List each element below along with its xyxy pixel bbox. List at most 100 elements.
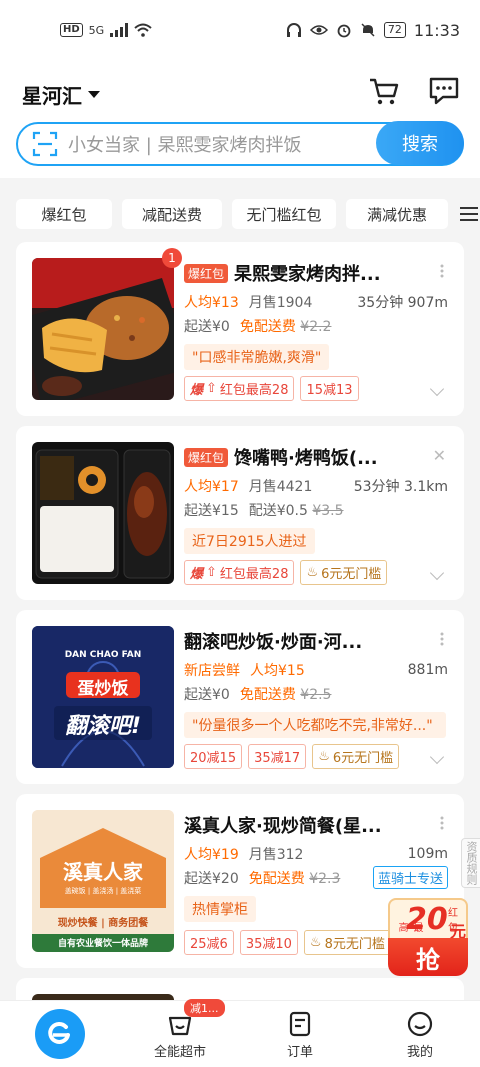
coupon-discount: 35减17 [248,744,307,769]
store-name: 溪真人家·现炒简餐(星... [184,816,382,837]
review-quote: "份量很多一个人吃都吃不完,非常好..." [184,712,446,738]
packet-icon: ♨ [306,565,319,580]
mute-icon [361,23,375,37]
qualification-tab[interactable]: 资质规则 [461,838,480,888]
time-distance: 35分钟 907m [357,295,448,311]
coupon-row: 爆 ⇧ 红包最高28 15减13 [184,376,448,401]
nav-label: 订单 [286,1044,313,1060]
red-packet-float[interactable]: 最高 20 红包 元 抢 [388,898,468,976]
thumb-caption: DAN CHAO FAN [64,650,142,660]
store-thumbnail: DAN CHAO FAN 蛋炒饭 翻滚吧! [32,626,174,768]
review-quote: "口感非常脆嫩,爽滑" [184,344,330,370]
nav-supermarket[interactable]: 减1... 全能超市 [120,999,240,1067]
caret-down-icon [88,91,100,98]
coupon-no-threshold: ♨ 6元无门槛 [300,560,388,585]
delivery-old-fee: ¥3.5 [312,503,344,519]
delivery-old-fee: ¥2.2 [300,319,332,335]
delivery-fee: 免配送费 [239,319,296,335]
packet-icon: ♨ [309,935,322,950]
time-distance: 53分钟 3.1km [353,479,448,495]
search-bar[interactable]: 小女当家 | 杲熙雯家烤肉拌饭 搜索 [16,121,464,166]
hot-tag: 爆红包 [184,447,229,467]
status-bar: HD 5G 72 11:33 [0,0,480,60]
store-card[interactable]: 1 爆红包 杲熙雯家烤肉拌... 人均¥13 月售1904 35分钟 907m … [16,242,464,416]
time-distance: 109m [407,846,448,862]
per-capita: 人均¥19 [184,847,239,863]
coupon-row: 20减15 35减17 ♨ 6元无门槛 [184,744,448,769]
packet-icon: ♨ [318,749,330,764]
filter-chip[interactable]: 无门槛红包 [232,199,336,229]
nav-badge: 减1... [184,999,225,1017]
store-thumbnail: 溪真人家 盖碗饭 | 盖浇汤 | 盖浇菜 现炒快餐 | 商务团餐 自有农业餐饮一… [32,810,174,952]
visit-count: 近7日2915人进过 [184,528,315,554]
close-icon[interactable]: ✕ [433,446,446,465]
filter-chip[interactable]: 满减优惠 [346,199,448,229]
nav-home[interactable] [0,1001,120,1067]
clock: 11:33 [413,20,460,40]
min-order: 起送¥0 [184,687,230,703]
more-icon[interactable] [440,264,444,278]
thumb-caption: 现炒快餐 | 商务团餐 [57,918,149,929]
hot-tag: 爆红包 [184,263,229,283]
store-card[interactable]: DAN CHAO FAN 蛋炒饭 翻滚吧! 翻滚吧炒饭·炒面·河... 新店尝鲜… [16,610,464,784]
filter-chip[interactable]: 减配送费 [122,199,222,229]
min-order: 起送¥15 [184,503,239,519]
home-logo-icon [35,1009,85,1059]
header: 星河汇 小女当家 | 杲熙雯家烤肉拌饭 搜索 [0,60,480,178]
red-packet-amount: 20 [406,902,448,937]
monthly-sales: 月售312 [248,847,304,863]
per-capita: 人均¥17 [184,479,239,495]
thumb-caption: 盖碗饭 | 盖浇汤 | 盖浇菜 [64,887,142,895]
coupon-discount: 15减13 [300,376,359,401]
thumb-caption: 蛋炒饭 [77,679,129,699]
headphone-icon [286,23,301,37]
thumb-caption: 自有农业餐饮一体品牌 [57,939,148,949]
coupon-discount: 25减6 [184,930,234,955]
shop-tag: 热情掌柜 [184,896,256,922]
signal-icon: 5G [88,23,105,37]
delivery-fee: 配送¥0.5 [248,503,308,519]
coupon-redpacket: 爆 ⇧ 红包最高28 [184,376,295,401]
per-capita: 人均¥13 [184,295,239,311]
message-icon[interactable] [427,74,461,108]
more-icon[interactable] [440,816,444,830]
thumb-brand: 溪真人家 [63,860,143,884]
per-capita: 人均¥15 [250,663,305,679]
min-order: 起送¥0 [184,319,230,335]
search-button[interactable]: 搜索 [376,121,464,165]
nav-label: 我的 [406,1044,433,1060]
coupon-discount: 35减10 [239,930,298,955]
order-icon [289,1011,311,1036]
search-input[interactable]: 小女当家 | 杲熙雯家烤肉拌饭 [68,131,376,157]
arrow-up-icon: ⇧ [206,381,217,396]
delivery-fee: 免配送费 [239,687,296,703]
nav-orders[interactable]: 订单 [240,1001,360,1067]
store-thumbnail [32,258,174,400]
filter-chip[interactable]: 爆红包 [16,199,112,229]
cart-icon[interactable] [367,74,401,108]
coupon-redpacket: 爆 ⇧ 红包最高28 [184,560,295,585]
delivery-old-fee: ¥2.3 [309,871,341,887]
profile-icon [407,1011,433,1036]
rider-badge: 蓝骑士专送 [372,866,448,889]
red-packet-top: 最高 20 红包 元 [388,898,468,942]
grab-button[interactable]: 抢 [388,938,468,976]
min-order: 起送¥20 [184,871,239,887]
store-name: 馋嘴鸭·烤鸭饭(... [234,448,378,469]
scan-icon[interactable] [32,131,58,157]
delivery-fee: 免配送费 [248,871,305,887]
coupon-row: 爆 ⇧ 红包最高28 ♨ 6元无门槛 [184,560,448,585]
arrow-up-icon: ⇧ [206,565,217,580]
battery-indicator: 72 [383,22,406,38]
menu-icon[interactable] [458,205,480,223]
coupon-no-threshold: ♨ 6元无门槛 [312,744,400,769]
coupon-discount: 20减15 [184,744,243,769]
badge-count: 1 [162,248,182,268]
more-icon[interactable] [440,632,444,646]
nav-profile[interactable]: 我的 [360,1001,480,1067]
alarm-icon [337,24,351,38]
monthly-sales: 月售1904 [248,295,313,311]
store-card[interactable]: 爆红包 馋嘴鸭·烤鸭饭(... ✕ 人均¥17 月售4421 53分钟 3.1k… [16,426,464,600]
city-selector[interactable]: 星河汇 [22,80,100,109]
thumb-caption: 翻滚吧! [64,714,142,739]
